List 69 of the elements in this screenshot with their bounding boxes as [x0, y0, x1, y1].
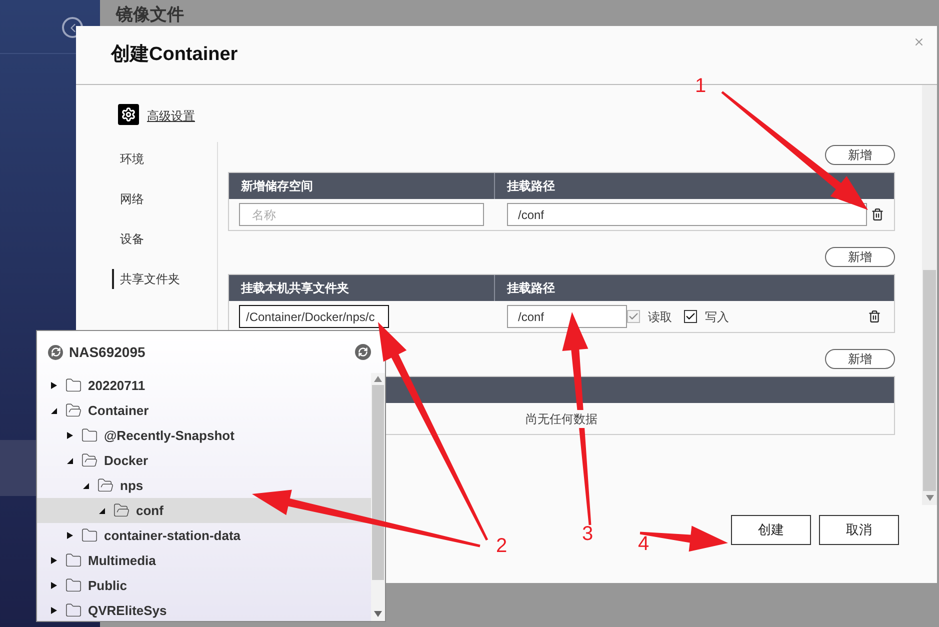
delete-icon[interactable]	[868, 310, 881, 323]
delete-icon[interactable]	[871, 208, 884, 221]
open-folder-icon	[97, 477, 114, 494]
dialog-title: 创建Container	[111, 42, 238, 67]
advanced-settings-link[interactable]: 高级设置	[147, 107, 195, 125]
annotation-number: 2	[496, 536, 508, 556]
folder-tree-item[interactable]: nps	[37, 473, 371, 498]
refresh-icon[interactable]	[355, 344, 371, 360]
folder-icon	[81, 427, 98, 444]
column-header: 挂载本机共享文件夹	[229, 275, 495, 301]
dialog-button[interactable]: 创建	[731, 515, 811, 545]
shared-folder-input[interactable]: /Container/Docker/nps/c	[239, 305, 389, 328]
folder-icon	[65, 377, 82, 394]
folder-tree-item[interactable]: Public	[37, 573, 371, 598]
folder-tree-item[interactable]: Multimedia	[37, 548, 371, 573]
page-title: 镜像文件	[116, 4, 184, 26]
folder-tree-item[interactable]: container-station-data	[37, 523, 371, 548]
mount-path-input[interactable]: /conf	[507, 305, 627, 328]
dialog-button[interactable]: 取消	[819, 515, 899, 545]
folder-tree-item[interactable]: Container	[37, 398, 371, 423]
caret-right-icon[interactable]	[67, 532, 73, 539]
scroll-down-icon[interactable]	[374, 611, 382, 617]
open-folder-icon	[113, 502, 130, 519]
folder-icon	[65, 602, 82, 619]
root-label: NAS692095	[69, 342, 146, 362]
folder-icon	[65, 577, 82, 594]
folder-icon	[65, 552, 82, 569]
caret-right-icon[interactable]	[67, 432, 73, 439]
settings-tab[interactable]: 环境	[112, 149, 217, 169]
checkbox[interactable]	[684, 310, 697, 323]
write-label: 写入	[705, 308, 729, 326]
scroll-down-icon[interactable]	[926, 495, 934, 501]
open-folder-icon	[65, 402, 82, 419]
folder-tree-item[interactable]: QVREliteSys	[37, 598, 371, 621]
caret-right-icon[interactable]	[51, 382, 57, 389]
empty-message: 尚无任何数据	[526, 410, 598, 428]
folder-icon	[81, 527, 98, 544]
column-header: 挂载路径	[506, 280, 556, 297]
name-input[interactable]: 名称	[239, 203, 484, 226]
scroll-up-icon[interactable]	[374, 376, 382, 382]
settings-tab[interactable]: 共享文件夹	[112, 269, 217, 289]
close-icon[interactable]	[913, 36, 925, 48]
folder-tree-item[interactable]: conf	[37, 498, 371, 523]
folder-tree-item[interactable]: Docker	[37, 448, 371, 473]
caret-down-icon[interactable]	[51, 407, 57, 414]
caret-down-icon[interactable]	[83, 482, 89, 489]
scrollbar[interactable]	[371, 373, 385, 621]
caret-right-icon[interactable]	[51, 607, 57, 614]
caret-right-icon[interactable]	[51, 582, 57, 589]
gear-icon	[118, 104, 139, 125]
scrollbar[interactable]	[922, 85, 937, 505]
mount-path-input[interactable]: /conf	[507, 203, 867, 226]
add-button[interactable]: 新增	[825, 145, 895, 165]
column-header: 新增储存空间	[229, 173, 495, 199]
add-button[interactable]: 新增	[825, 349, 895, 369]
caret-right-icon[interactable]	[51, 557, 57, 564]
settings-tab[interactable]: 设备	[112, 229, 217, 249]
read-label: 读取	[648, 308, 672, 326]
column-header: 挂载路径	[506, 178, 556, 195]
open-folder-icon	[81, 452, 98, 469]
refresh-icon[interactable]	[48, 344, 63, 360]
add-button[interactable]: 新增	[825, 247, 895, 267]
annotation-number: 3	[582, 524, 594, 544]
folder-tree-item[interactable]: @Recently-Snapshot	[37, 423, 371, 448]
annotation-number: 1	[695, 76, 706, 96]
folder-tree-item[interactable]: 20220711	[37, 373, 371, 398]
caret-down-icon[interactable]	[67, 457, 73, 464]
settings-tab[interactable]: 网络	[112, 189, 217, 209]
annotation-number: 4	[638, 534, 650, 554]
